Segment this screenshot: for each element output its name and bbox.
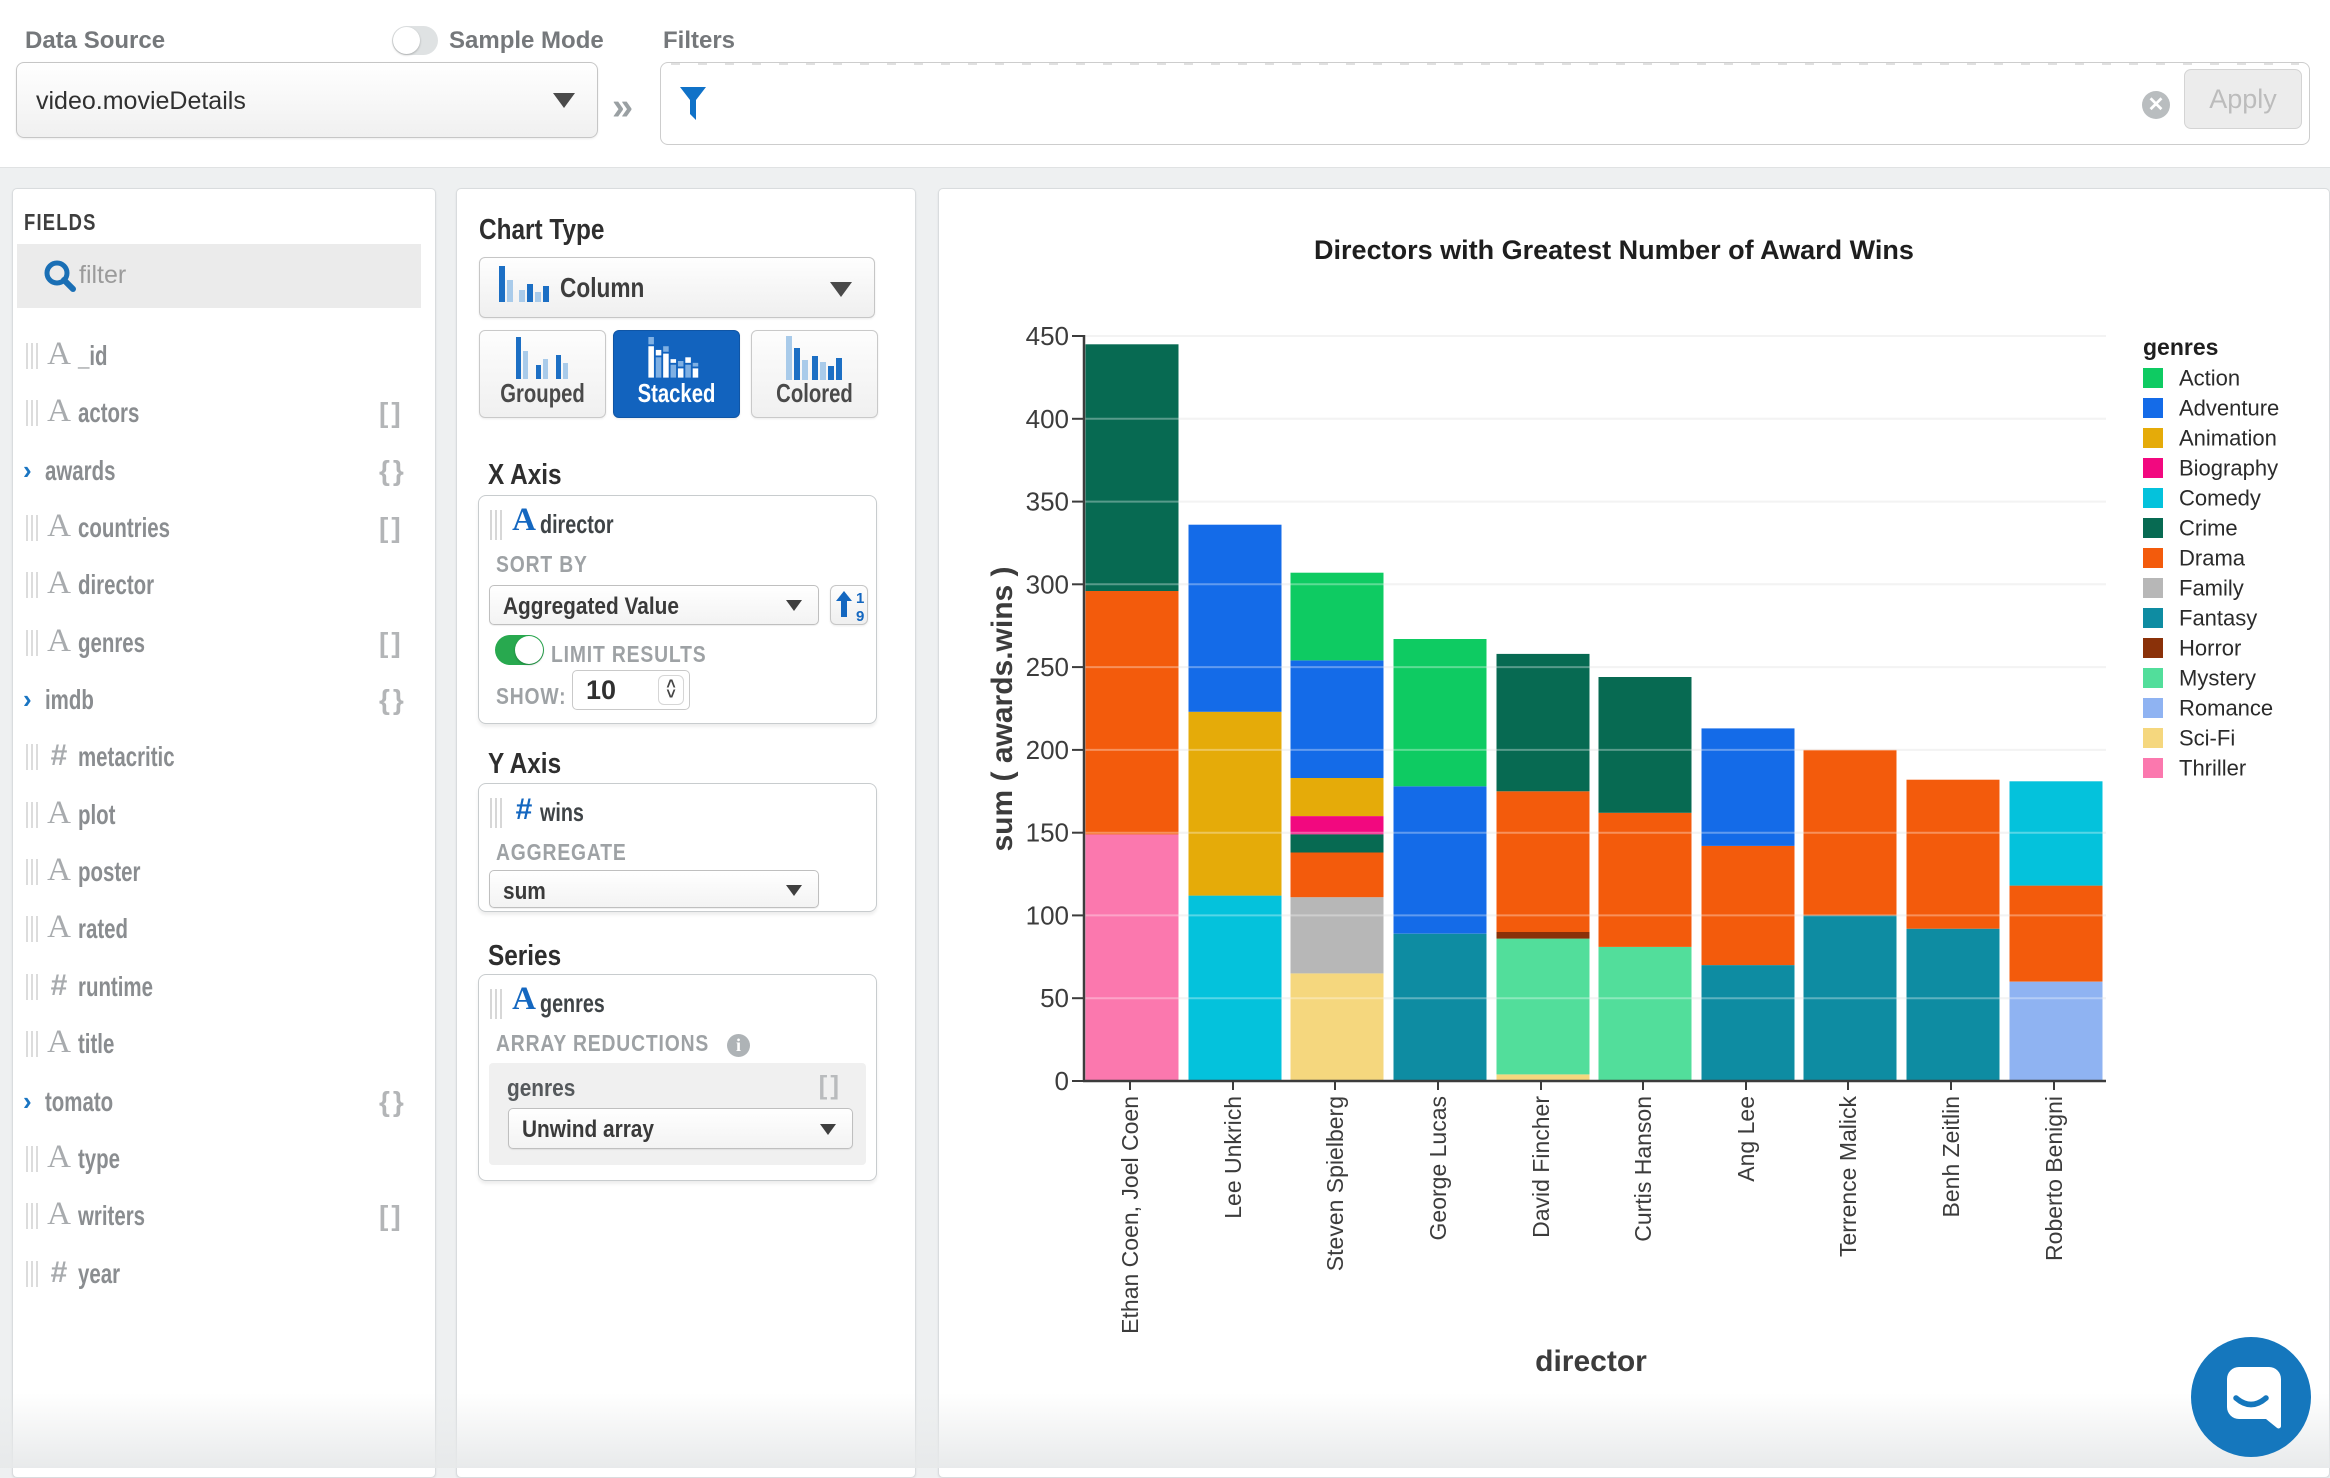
svg-text:George Lucas: George Lucas: [1425, 1096, 1451, 1240]
svg-text:Terrence Malick: Terrence Malick: [1835, 1096, 1861, 1258]
svg-text:400: 400: [1026, 404, 1069, 434]
svg-text:150: 150: [1026, 818, 1069, 848]
svg-text:Steven Spielberg: Steven Spielberg: [1322, 1096, 1348, 1271]
svg-text:Family: Family: [2179, 576, 2244, 601]
svg-text:1: 1: [856, 590, 864, 607]
svg-text:Roberto Benigni: Roberto Benigni: [2041, 1096, 2067, 1261]
svg-text:sum ( awards.wins ): sum ( awards.wins ): [986, 566, 1019, 851]
svg-text:Adventure: Adventure: [2179, 396, 2279, 421]
svg-text:Lee Unkrich: Lee Unkrich: [1220, 1096, 1246, 1219]
svg-text:300: 300: [1026, 569, 1069, 599]
svg-text:Ang Lee: Ang Lee: [1733, 1096, 1759, 1182]
svg-text:Thriller: Thriller: [2179, 756, 2246, 781]
svg-text:Fantasy: Fantasy: [2179, 606, 2257, 631]
svg-text:Curtis Hanson: Curtis Hanson: [1630, 1096, 1656, 1242]
svg-text:450: 450: [1026, 321, 1069, 351]
svg-text:David Fincher: David Fincher: [1528, 1096, 1554, 1238]
svg-text:Crime: Crime: [2179, 516, 2238, 541]
svg-text:genres: genres: [2143, 334, 2218, 360]
svg-text:Comedy: Comedy: [2179, 486, 2261, 511]
svg-text:9: 9: [856, 608, 864, 623]
svg-text:250: 250: [1026, 652, 1069, 682]
svg-text:Drama: Drama: [2179, 546, 2246, 571]
svg-text:director: director: [1535, 1345, 1647, 1378]
svg-text:Action: Action: [2179, 366, 2240, 391]
svg-text:50: 50: [1040, 983, 1069, 1013]
svg-text:Ethan Coen, Joel Coen: Ethan Coen, Joel Coen: [1117, 1096, 1143, 1334]
svg-text:350: 350: [1026, 487, 1069, 517]
svg-text:Biography: Biography: [2179, 456, 2278, 481]
svg-text:200: 200: [1026, 735, 1069, 765]
svg-text:Animation: Animation: [2179, 426, 2277, 451]
svg-text:Benh Zeitlin: Benh Zeitlin: [1938, 1096, 1964, 1217]
svg-text:Sci-Fi: Sci-Fi: [2179, 726, 2235, 751]
svg-text:Horror: Horror: [2179, 636, 2241, 661]
svg-text:100: 100: [1026, 900, 1069, 930]
svg-text:0: 0: [1055, 1066, 1069, 1096]
svg-text:Mystery: Mystery: [2179, 666, 2256, 691]
svg-text:Romance: Romance: [2179, 696, 2273, 721]
